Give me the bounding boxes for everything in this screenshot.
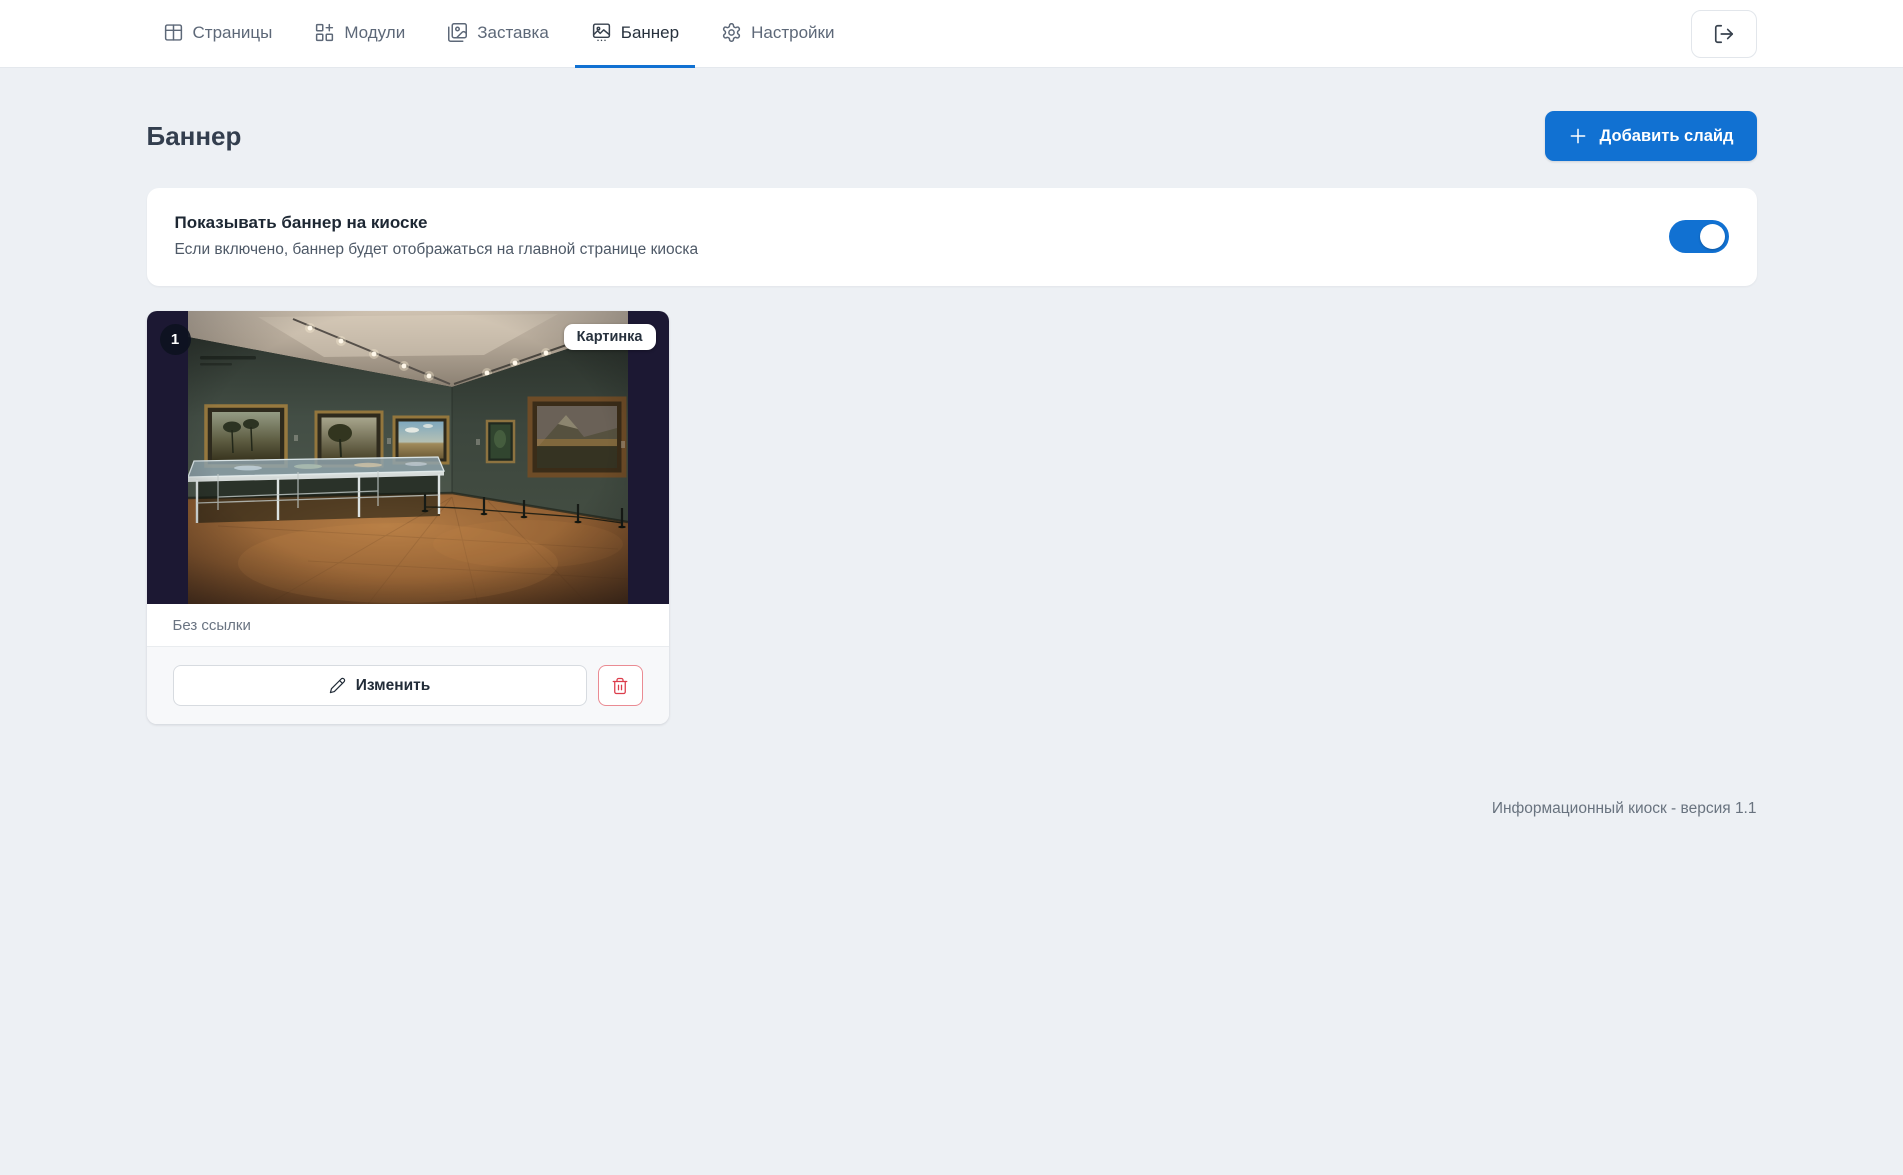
logout-button[interactable] (1690, 9, 1757, 58)
tab-pages[interactable]: Страницы (147, 0, 289, 68)
banner-visibility-texts: Показывать баннер на киоске Если включен… (175, 213, 699, 259)
tab-label: Баннер (620, 22, 680, 42)
tab-settings[interactable]: Настройки (705, 0, 850, 68)
trash-icon (612, 677, 628, 694)
slide-image-preview: 1 Картинка (146, 311, 669, 604)
pencil-icon (329, 677, 345, 694)
museum-gallery-photo (187, 311, 628, 604)
modules-plus-icon (316, 23, 334, 42)
toggle-knob (1699, 223, 1725, 249)
tab-label: Страницы (192, 22, 273, 42)
add-slide-button[interactable]: Добавить слайд (1544, 111, 1757, 161)
tab-screensaver[interactable]: Заставка (431, 0, 565, 68)
tab-label: Настройки (751, 22, 835, 42)
page-title: Баннер (146, 120, 242, 151)
banner-carousel-icon (592, 23, 610, 42)
main-content: Баннер Добавить слайд Показывать баннер … (146, 111, 1757, 818)
plus-icon (1570, 128, 1585, 144)
tab-label: Модули (344, 22, 406, 42)
banner-visibility-description: Если включено, баннер будет отображаться… (174, 241, 699, 258)
top-nav: Страницы Модули Заставка Баннер Настройк… (0, 0, 1903, 68)
slide-position-badge: 1 (159, 324, 191, 355)
slide-link-status: Без ссылки (146, 604, 669, 647)
add-slide-label: Добавить слайд (1599, 126, 1734, 145)
banner-visibility-card: Показывать баннер на киоске Если включен… (146, 188, 1757, 286)
tab-modules[interactable]: Модули (298, 0, 421, 68)
banner-visibility-title: Показывать баннер на киоске (174, 213, 428, 232)
version-text: Информационный киоск - версия 1.1 (1491, 800, 1757, 817)
edit-slide-button[interactable]: Изменить (172, 665, 587, 706)
logout-icon (1714, 24, 1733, 43)
edit-slide-label: Изменить (355, 676, 431, 694)
banner-visibility-toggle[interactable] (1668, 219, 1729, 253)
tab-banner[interactable]: Баннер (574, 0, 696, 68)
gear-icon (722, 23, 741, 42)
table-icon (164, 24, 182, 41)
page-header: Баннер Добавить слайд (147, 111, 1757, 161)
nav-tabs: Страницы Модули Заставка Баннер Настройк… (147, 0, 851, 68)
slide-type-badge: Картинка (563, 324, 656, 350)
images-icon (448, 23, 468, 42)
tab-label: Заставка (477, 22, 549, 42)
delete-slide-button[interactable] (597, 665, 643, 706)
slide-actions: Изменить (146, 647, 669, 724)
slide-card: 1 Картинка Без ссылки Изменить (146, 311, 669, 724)
